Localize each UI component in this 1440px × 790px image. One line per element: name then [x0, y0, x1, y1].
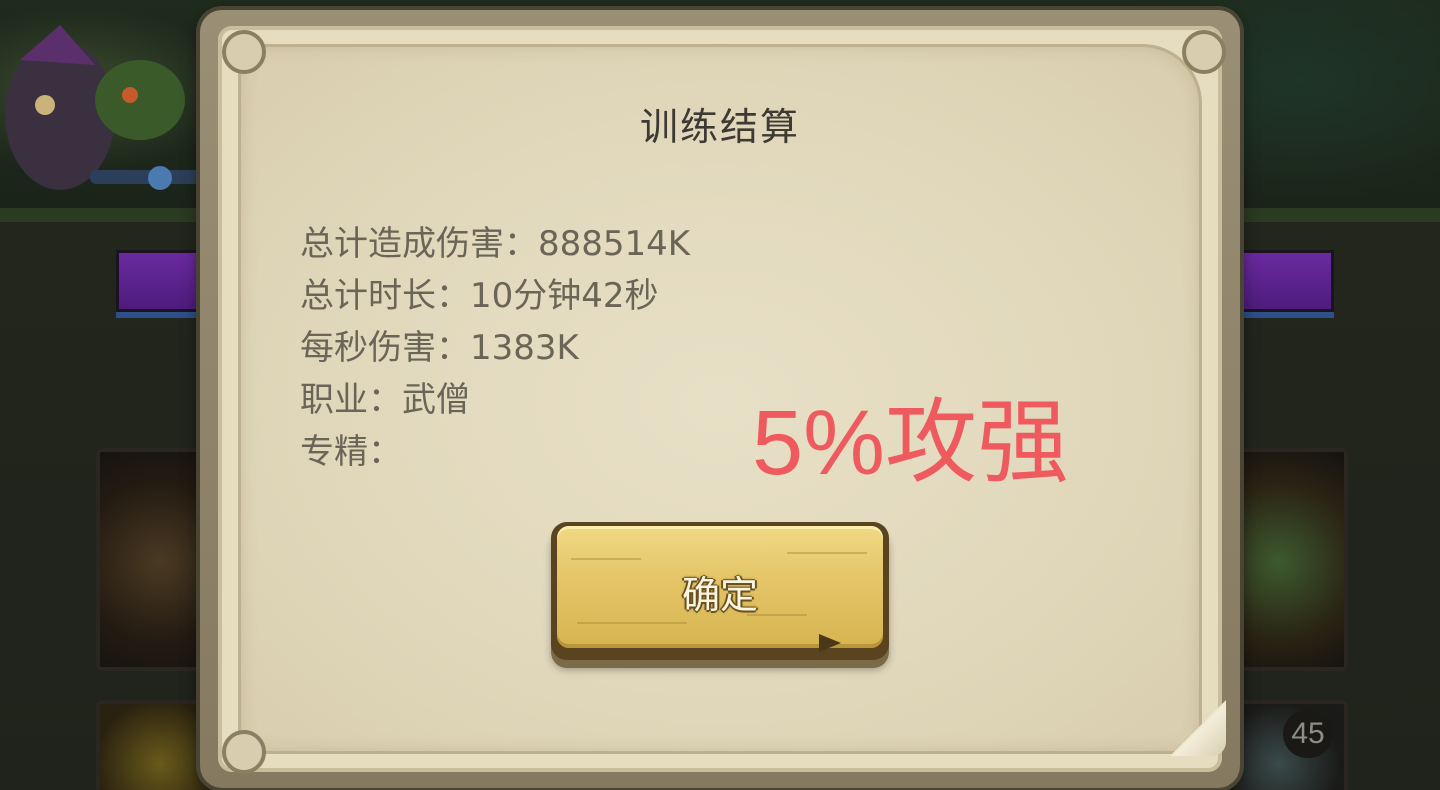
- corner-ornament-icon: [222, 730, 266, 774]
- health-bar-right: [1238, 250, 1334, 312]
- corner-ornament-icon: [222, 30, 266, 74]
- stat-label: 每秒伤害：: [300, 328, 470, 368]
- stat-label: 职业：: [300, 380, 402, 420]
- corner-ornament-icon: [1182, 30, 1226, 74]
- wood-grain: [577, 622, 687, 624]
- overlay-annotation: 5%攻强: [752, 392, 1069, 494]
- wood-grain: [571, 558, 641, 560]
- stat-value: 1383K: [470, 328, 579, 368]
- confirm-button-face[interactable]: 确定: [557, 526, 883, 648]
- arrow-right-icon: [819, 634, 841, 652]
- hero-card-slot[interactable]: [1235, 448, 1348, 671]
- level-badge: 45: [1283, 710, 1333, 758]
- stat-total-duration: 总计时长：10分钟42秒: [300, 270, 800, 322]
- stat-total-damage: 总计造成伤害：888514K: [300, 218, 800, 270]
- stat-label: 总计造成伤害：: [300, 224, 538, 264]
- stat-label: 专精：: [300, 432, 402, 472]
- confirm-button-label[interactable]: 确定: [557, 564, 883, 619]
- stat-specialization: 专精：: [300, 426, 800, 478]
- training-stats: 总计造成伤害：888514K 总计时长：10分钟42秒 每秒伤害：1383K 职…: [300, 218, 800, 478]
- confirm-button[interactable]: 确定: [551, 522, 889, 660]
- stat-dps: 每秒伤害：1383K: [300, 322, 800, 374]
- dialog-title: 训练结算: [639, 105, 800, 149]
- stat-class: 职业：武僧: [300, 374, 800, 426]
- stat-value: 10分钟42秒: [470, 276, 659, 316]
- wood-grain: [787, 552, 867, 554]
- stat-label: 总计时长：: [300, 276, 470, 316]
- stat-value: 888514K: [538, 224, 691, 264]
- stat-value: 武僧: [402, 380, 470, 420]
- monster-portrait-icon: [5, 25, 200, 190]
